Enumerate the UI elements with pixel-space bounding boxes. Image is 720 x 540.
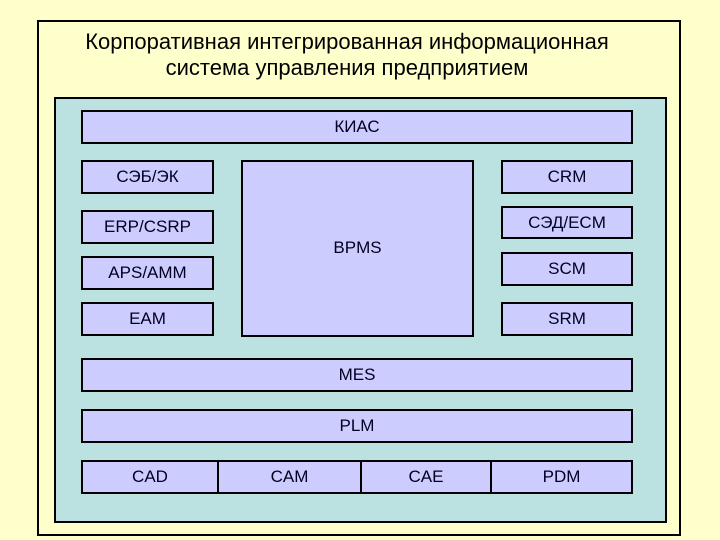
module-pdm: PDM xyxy=(490,460,633,494)
module-plm: PLM xyxy=(81,409,633,443)
module-sed-ecm: СЭД/ECM xyxy=(501,206,633,239)
module-crm: CRM xyxy=(501,160,633,194)
module-mes: MES xyxy=(81,358,633,392)
module-bpms: BPMS xyxy=(241,160,474,337)
module-eam: EAM xyxy=(81,302,214,336)
title-line-2: система управления предприятием xyxy=(165,55,529,80)
module-scm: SCM xyxy=(501,252,633,286)
module-cad: CAD xyxy=(81,460,219,494)
module-srm: SRM xyxy=(501,302,633,336)
module-erp-csrp: ERP/CSRP xyxy=(81,210,214,244)
module-kias: КИАС xyxy=(81,110,633,144)
title-line-1: Корпоративная интегрированная информацио… xyxy=(85,29,609,54)
diagram-title: Корпоративная интегрированная информацио… xyxy=(37,29,681,81)
module-aps-amm: APS/AMM xyxy=(81,256,214,290)
module-cae: CAE xyxy=(360,460,492,494)
module-cam: CAM xyxy=(217,460,362,494)
module-seb-ek: СЭБ/ЭК xyxy=(81,160,214,194)
